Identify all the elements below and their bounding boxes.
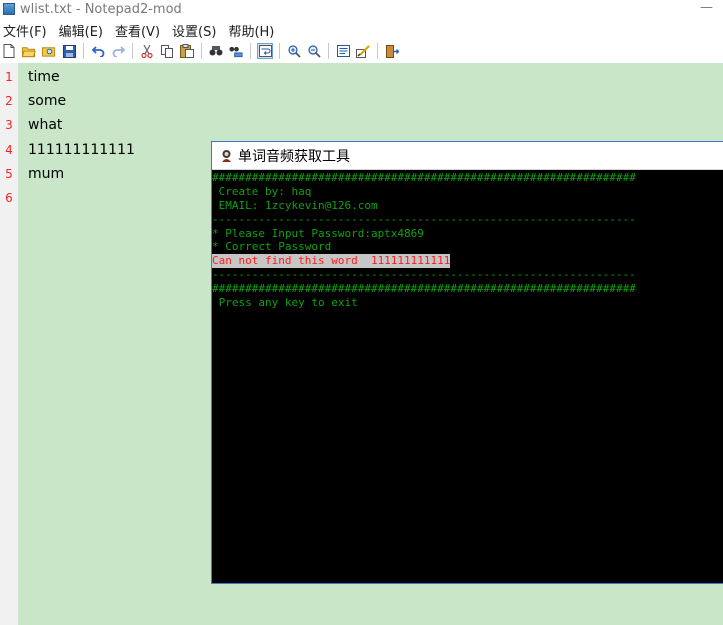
line-number: 5 — [5, 167, 13, 181]
console-line: ----------------------------------------… — [212, 212, 636, 226]
console-line: * Correct Password — [212, 240, 332, 254]
exit-icon[interactable] — [385, 44, 399, 58]
editor-line[interactable]: 1 time — [0, 65, 723, 89]
menu-view[interactable]: 查看(V) — [111, 21, 164, 40]
console-line: ----------------------------------------… — [212, 268, 636, 282]
editor-line[interactable]: 2 some — [0, 89, 723, 113]
word-wrap-icon[interactable] — [257, 43, 273, 59]
customize-scheme-icon[interactable] — [356, 44, 370, 58]
notepad-app-icon — [3, 3, 15, 15]
zoom-out-icon[interactable] — [307, 44, 321, 58]
console-titlebar[interactable]: 单词音频获取工具 — [212, 142, 723, 170]
editor-line[interactable]: 3 what — [0, 113, 723, 137]
console-title: 单词音频获取工具 — [238, 148, 350, 165]
window-title: wlist.txt - Notepad2-mod — [20, 1, 182, 17]
menu-bar: 文件(F) 编辑(E) 查看(V) 设置(S) 帮助(H) — [0, 20, 723, 40]
menu-file[interactable]: 文件(F) — [0, 21, 51, 40]
toolbar-separator — [328, 43, 329, 59]
copy-icon[interactable] — [160, 44, 174, 58]
undo-icon[interactable] — [91, 44, 105, 58]
window-titlebar: wlist.txt - Notepad2-mod — — [0, 0, 723, 18]
console-line: Create by: haq — [212, 184, 312, 198]
browse-icon[interactable] — [42, 44, 56, 58]
console-line: Press any key to exit — [212, 296, 358, 310]
open-folder-icon[interactable] — [22, 44, 36, 58]
zoom-in-icon[interactable] — [287, 44, 301, 58]
line-number: 4 — [5, 143, 13, 157]
paste-icon[interactable] — [180, 44, 194, 58]
console-app-icon — [220, 149, 233, 162]
console-line: * Please Input Password:aptx4869 — [212, 226, 424, 240]
toolbar-separator — [83, 43, 84, 59]
line-text: some — [28, 93, 67, 109]
redo-icon[interactable] — [111, 44, 125, 58]
menu-edit[interactable]: 编辑(E) — [55, 21, 107, 40]
menu-help[interactable]: 帮助(H) — [224, 21, 278, 40]
toolbar-separator — [279, 43, 280, 59]
console-window[interactable]: 单词音频获取工具 ###############################… — [211, 141, 723, 584]
toolbar-separator — [201, 43, 202, 59]
save-icon[interactable] — [62, 44, 76, 58]
line-text: time — [28, 69, 60, 85]
console-line: EMAIL: 1zcykevin@126.com — [212, 198, 378, 212]
console-line: ########################################… — [212, 171, 636, 184]
menu-settings[interactable]: 设置(S) — [168, 21, 220, 40]
console-error-line: Can not find this word 111111111111 — [212, 254, 451, 269]
minimize-button[interactable]: — — [700, 0, 713, 15]
console-output: ########################################… — [212, 170, 723, 583]
console-line: ########################################… — [212, 282, 636, 296]
line-number: 3 — [5, 118, 13, 132]
line-number: 6 — [5, 191, 13, 205]
toolbar-separator — [250, 43, 251, 59]
toolbar-separator — [377, 43, 378, 59]
line-number: 2 — [5, 94, 13, 108]
select-scheme-icon[interactable] — [336, 44, 350, 58]
new-file-icon[interactable] — [2, 44, 16, 58]
find-icon[interactable] — [209, 44, 223, 58]
line-number: 1 — [5, 70, 13, 84]
toolbar — [0, 41, 723, 61]
replace-icon[interactable] — [229, 44, 243, 58]
toolbar-separator — [132, 43, 133, 59]
line-text: 111111111111 — [28, 142, 135, 158]
line-text: what — [28, 117, 63, 133]
line-text: mum — [28, 166, 65, 182]
cut-icon[interactable] — [140, 44, 154, 58]
